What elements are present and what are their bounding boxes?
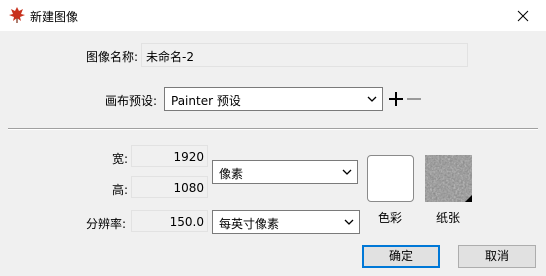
image-name-label: 图像名称: [86, 50, 139, 64]
paper-label: 纸张 [436, 211, 461, 225]
resolution-input[interactable]: 150.0 [131, 210, 208, 232]
close-icon [517, 10, 529, 21]
resolution-units-value: 每英寸像素 [219, 217, 280, 231]
ok-button[interactable]: 确定 [362, 245, 440, 268]
resolution-label: 分辨率: [86, 217, 127, 231]
close-button[interactable] [500, 0, 546, 31]
chevron-down-icon [342, 169, 352, 175]
cancel-button[interactable]: 取消 [458, 245, 536, 268]
paper-texture-icon [425, 155, 472, 202]
chevron-down-icon [367, 96, 377, 102]
resolution-units-select[interactable]: 每英寸像素 [212, 210, 360, 234]
canvas-color-swatch[interactable] [367, 155, 414, 202]
width-label: 宽: [112, 152, 129, 166]
canvas-preset-label: 画布预设: [105, 94, 158, 108]
title-bar: 新建图像 [0, 0, 546, 31]
height-input[interactable]: 1080 [131, 176, 208, 198]
paper-texture-swatch[interactable] [425, 155, 472, 202]
canvas-preset-select[interactable]: Painter 预设 [164, 87, 383, 111]
chevron-down-icon [344, 219, 354, 225]
width-input[interactable]: 1920 [131, 145, 208, 167]
separator [8, 128, 538, 130]
window-title: 新建图像 [30, 10, 79, 24]
image-name-input[interactable]: 未命名-2 [141, 43, 468, 67]
color-label: 色彩 [378, 211, 403, 225]
height-label: 高: [112, 183, 129, 197]
minus-icon[interactable] [406, 91, 422, 107]
units-select[interactable]: 像素 [212, 160, 358, 184]
plus-icon[interactable] [388, 91, 404, 107]
canvas-preset-value: Painter 预设 [171, 94, 241, 108]
maple-leaf-icon [9, 7, 25, 23]
units-value: 像素 [219, 167, 244, 181]
